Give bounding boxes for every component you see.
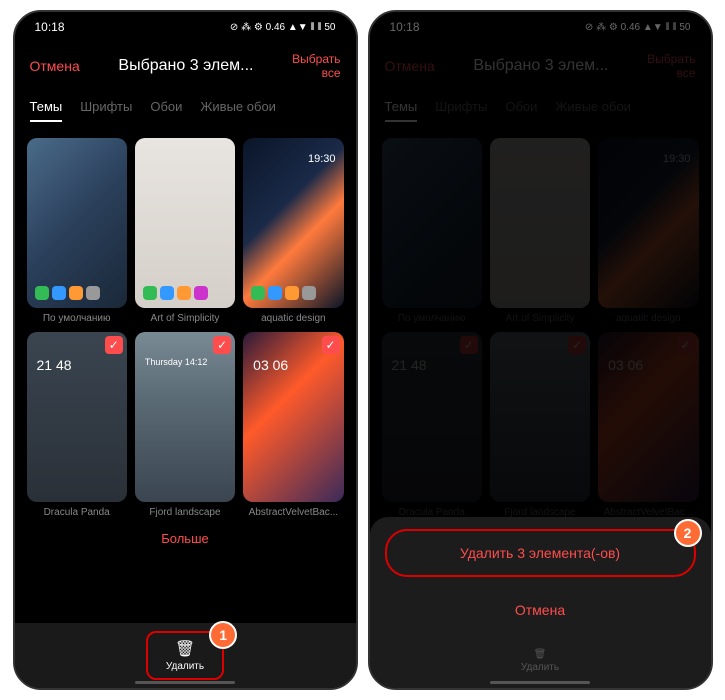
faded-delete-button: 🗑 Удалить (370, 649, 711, 673)
sheet-cancel-button[interactable]: Отмена (385, 592, 696, 628)
status-bar: 10:18 ⊘ ⁂ ⚙ 0.46 ▲▼ ⫴ ⫴ 50 (15, 12, 356, 42)
tabs: Темы Шрифты Обои Живые обои (15, 91, 356, 130)
theme-thumbnail (27, 138, 127, 308)
theme-label: Fjord landscape (135, 507, 235, 518)
annotation-badge-1: 1 (209, 621, 237, 649)
home-indicator[interactable] (490, 681, 590, 684)
thumb-clock: 03 06 (253, 357, 288, 373)
trash-icon: 🗑 (175, 639, 195, 659)
theme-item[interactable]: По умолчанию (27, 138, 127, 324)
more-link[interactable]: Больше (15, 531, 356, 546)
sheet-delete-label: Удалить 3 элемента(-ов) (460, 545, 620, 561)
delete-label: Удалить (166, 661, 204, 672)
theme-label: Dracula Panda (27, 507, 127, 518)
theme-item[interactable]: ✓ 21 48 Dracula Panda (27, 332, 127, 518)
header: Отмена Выбрано 3 элем... Выбратьвсе (15, 42, 356, 91)
trash-icon: 🗑 (534, 649, 547, 660)
thumb-clock: 19:30 (308, 153, 336, 165)
tab-live-wallpapers[interactable]: Живые обои (200, 99, 276, 122)
select-all-button[interactable]: Выбратьвсе (292, 52, 340, 81)
check-icon: ✓ (105, 336, 123, 354)
theme-thumbnail (135, 138, 235, 308)
annotation-badge-2: 2 (674, 519, 702, 547)
thumb-clock: 21 48 (37, 357, 72, 373)
theme-item[interactable]: ✓ Thursday 14:12 Fjord landscape (135, 332, 235, 518)
theme-thumbnail: ✓ 21 48 (27, 332, 127, 502)
theme-label: AbstractVelvetBac... (243, 507, 343, 518)
check-icon: ✓ (213, 336, 231, 354)
phone-screenshot-2: 10:18 ⊘ ⁂ ⚙ 0.46 ▲▼ ⫴ ⫴ 50 Отмена Выбран… (368, 10, 713, 690)
tab-themes[interactable]: Темы (30, 99, 63, 122)
theme-label: По умолчанию (27, 313, 127, 324)
home-indicator[interactable] (135, 681, 235, 684)
status-time: 10:18 (35, 20, 65, 34)
theme-item[interactable]: ✓ 03 06 AbstractVelvetBac... (243, 332, 343, 518)
check-icon: ✓ (322, 336, 340, 354)
delete-button[interactable]: 🗑 Удалить 1 (146, 631, 224, 680)
tab-wallpapers[interactable]: Обои (150, 99, 182, 122)
phone-screenshot-1: 10:18 ⊘ ⁂ ⚙ 0.46 ▲▼ ⫴ ⫴ 50 Отмена Выбран… (13, 10, 358, 690)
thumb-day: Thursday 14:12 (145, 357, 208, 367)
tab-fonts[interactable]: Шрифты (80, 99, 132, 122)
theme-grid: По умолчанию Art of Simplicity 19:30 aqu… (15, 130, 356, 526)
sheet-delete-button[interactable]: Удалить 3 элемента(-ов) 2 (385, 529, 696, 577)
theme-item[interactable]: 19:30 aquatic design (243, 138, 343, 324)
theme-item[interactable]: Art of Simplicity (135, 138, 235, 324)
status-icons: ⊘ ⁂ ⚙ 0.46 ▲▼ ⫴ ⫴ 50 (230, 22, 336, 33)
cancel-button[interactable]: Отмена (30, 58, 80, 74)
theme-label: aquatic design (243, 313, 343, 324)
bottom-bar: 🗑 Удалить 1 (15, 623, 356, 688)
theme-thumbnail: 19:30 (243, 138, 343, 308)
theme-thumbnail: ✓ 03 06 (243, 332, 343, 502)
theme-thumbnail: ✓ Thursday 14:12 (135, 332, 235, 502)
page-title: Выбрано 3 элем... (118, 57, 253, 75)
action-sheet: Удалить 3 элемента(-ов) 2 Отмена 🗑 Удали… (370, 517, 711, 688)
theme-label: Art of Simplicity (135, 313, 235, 324)
